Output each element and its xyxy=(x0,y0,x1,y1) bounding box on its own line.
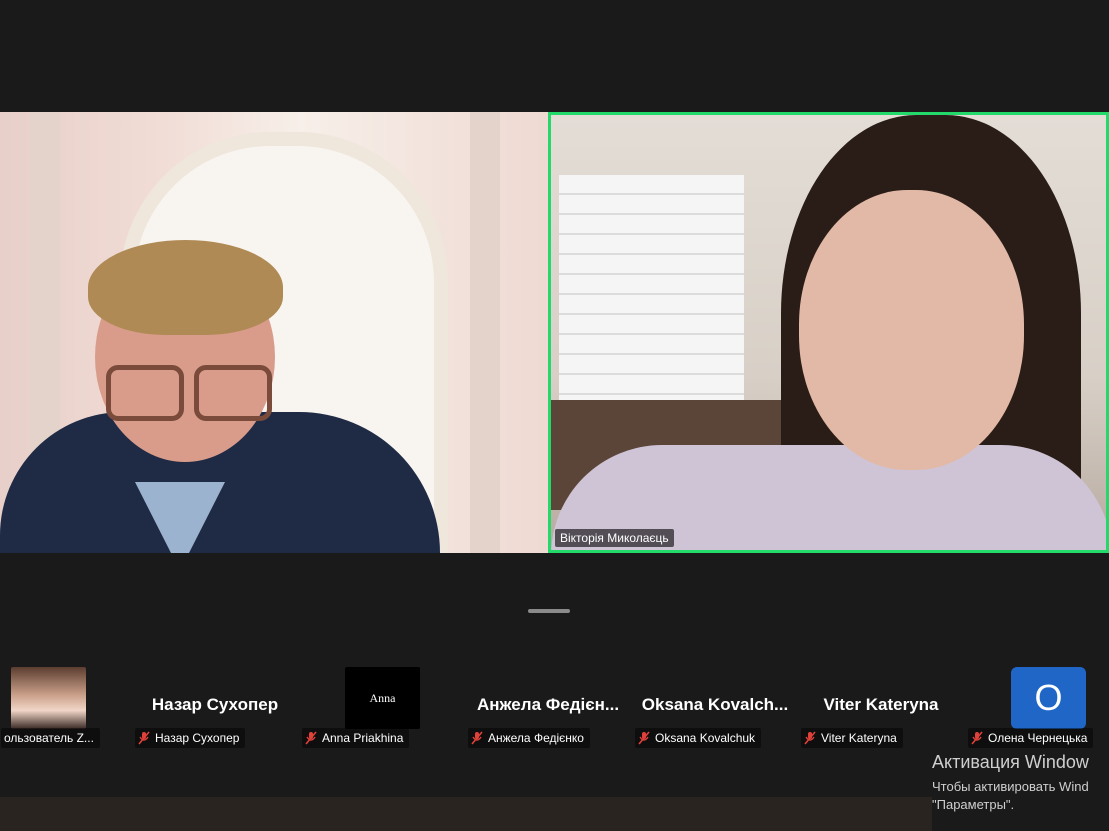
video-tile-left[interactable] xyxy=(0,112,548,553)
glasses-lens xyxy=(194,365,272,421)
participant-display-name: Назар Сухопер xyxy=(151,695,279,714)
participant-name-tag: Viter Kateryna xyxy=(801,728,903,748)
participant-display-name: Viter Kateryna xyxy=(823,695,939,714)
participant-thumbnail[interactable]: Anna Anna Priakhina xyxy=(299,655,465,755)
participant-name: Анжела Федієнко xyxy=(488,731,584,745)
mic-muted-icon xyxy=(804,731,816,745)
activation-line: Чтобы активировать Wind xyxy=(932,779,1089,794)
participant-name: ользователь Z... xyxy=(4,731,94,745)
participant-video-face xyxy=(799,190,1024,470)
participant-name: Oksana Kovalchuk xyxy=(655,731,756,745)
participant-video-hair xyxy=(88,240,283,335)
background-window xyxy=(559,175,744,415)
top-bar xyxy=(0,0,1109,112)
participant-name: Назар Сухопер xyxy=(155,731,240,745)
participant-thumbnail[interactable]: Viter Kateryna Viter Kateryna xyxy=(798,655,964,755)
windows-activation-watermark: Активация Window Чтобы активировать Wind… xyxy=(932,752,1109,812)
participant-thumbnail[interactable]: ользователь Z... xyxy=(0,655,100,755)
participant-name-tag: Анжела Федієнко xyxy=(468,728,590,748)
participant-avatar: Anna xyxy=(345,667,420,729)
mic-muted-icon xyxy=(638,731,650,745)
activation-line: "Параметры". xyxy=(932,797,1015,812)
participant-name-tag: Олена Чернецька xyxy=(968,728,1094,748)
participant-name-tag: ользователь Z... xyxy=(1,728,100,748)
participant-thumbnail[interactable]: Анжела Федієн... Анжела Федієнко xyxy=(465,655,631,755)
mic-muted-icon xyxy=(971,731,983,745)
gallery-pager-handle[interactable] xyxy=(528,609,570,613)
participant-thumbnail[interactable]: О Олена Чернецька xyxy=(965,655,1109,755)
bottom-band xyxy=(0,797,932,831)
participant-name-tag: Oksana Kovalchuk xyxy=(635,728,762,748)
participant-name: Viter Kateryna xyxy=(821,731,897,745)
activation-title: Активация Window xyxy=(932,752,1089,772)
video-tile-active-speaker[interactable]: Вікторія Миколаєць xyxy=(548,112,1109,553)
participant-name-tag: Anna Priakhina xyxy=(302,728,410,748)
participant-name: Anna Priakhina xyxy=(322,731,404,745)
participant-name-tag: Назар Сухопер xyxy=(135,728,246,748)
mic-muted-icon xyxy=(471,731,483,745)
mic-muted-icon xyxy=(138,731,150,745)
participant-name: Олена Чернецька xyxy=(988,731,1088,745)
participant-thumbnail[interactable]: Oksana Kovalch... Oksana Kovalchuk xyxy=(632,655,798,755)
participant-display-name: Oksana Kovalch... xyxy=(641,695,789,714)
participant-display-name: Анжела Федієн... xyxy=(476,695,620,714)
participant-avatar xyxy=(11,667,86,729)
participant-thumbnail[interactable]: Назар Сухопер Назар Сухопер xyxy=(132,655,298,755)
glasses-lens xyxy=(106,365,184,421)
participant-initial-avatar: О xyxy=(1011,667,1086,729)
participant-gallery: ользователь Z... Назар Сухопер Назар Сух… xyxy=(0,655,1109,755)
wall-pilaster xyxy=(470,112,500,553)
participant-name-label: Вікторія Миколаєць xyxy=(555,529,674,547)
mic-muted-icon xyxy=(305,731,317,745)
